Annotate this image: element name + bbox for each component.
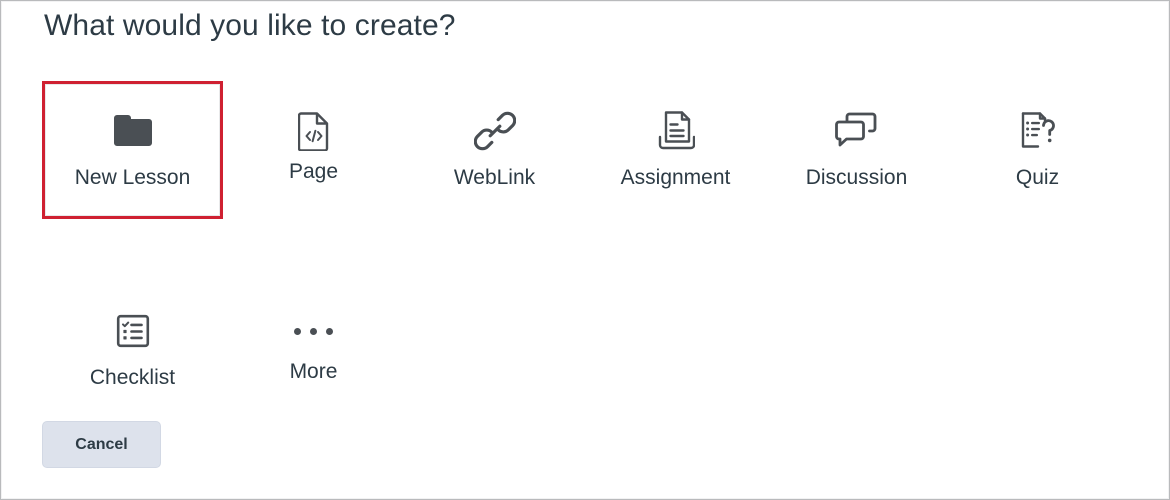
cancel-button[interactable]: Cancel — [42, 421, 161, 468]
page-code-icon — [298, 108, 330, 154]
speech-bubbles-icon — [835, 108, 879, 154]
create-option-label: Assignment — [621, 166, 731, 189]
dialog-footer: Cancel — [42, 421, 161, 468]
create-option-page[interactable]: Page — [223, 81, 404, 219]
checklist-icon — [116, 308, 150, 354]
ellipsis-icon — [294, 308, 333, 354]
create-option-assignment[interactable]: Assignment — [585, 81, 766, 219]
create-option-new-lesson[interactable]: New Lesson — [42, 81, 223, 219]
create-option-label: Quiz — [1016, 166, 1059, 189]
create-option-label: Page — [289, 160, 338, 183]
create-option-label: New Lesson — [75, 166, 191, 189]
create-option-label: WebLink — [454, 166, 535, 189]
create-option-checklist[interactable]: Checklist — [42, 281, 223, 419]
quiz-icon — [1019, 108, 1057, 154]
assignment-icon — [657, 108, 695, 154]
create-options-row-1: New Lesson Page — [42, 81, 1132, 219]
create-option-label: More — [290, 360, 338, 383]
chain-link-icon — [474, 108, 516, 154]
create-option-label: Checklist — [90, 366, 175, 389]
page-title: What would you like to create? — [44, 9, 456, 43]
create-option-discussion[interactable]: Discussion — [766, 81, 947, 219]
folder-icon — [113, 108, 153, 154]
create-option-weblink[interactable]: WebLink — [404, 81, 585, 219]
create-options-row-2: Checklist More — [42, 281, 1132, 419]
create-option-more[interactable]: More — [223, 281, 404, 419]
create-options-grid: New Lesson Page — [42, 81, 1132, 419]
create-option-label: Discussion — [806, 166, 908, 189]
create-content-dialog: What would you like to create? New Lesso… — [0, 0, 1170, 500]
create-option-quiz[interactable]: Quiz — [947, 81, 1128, 219]
